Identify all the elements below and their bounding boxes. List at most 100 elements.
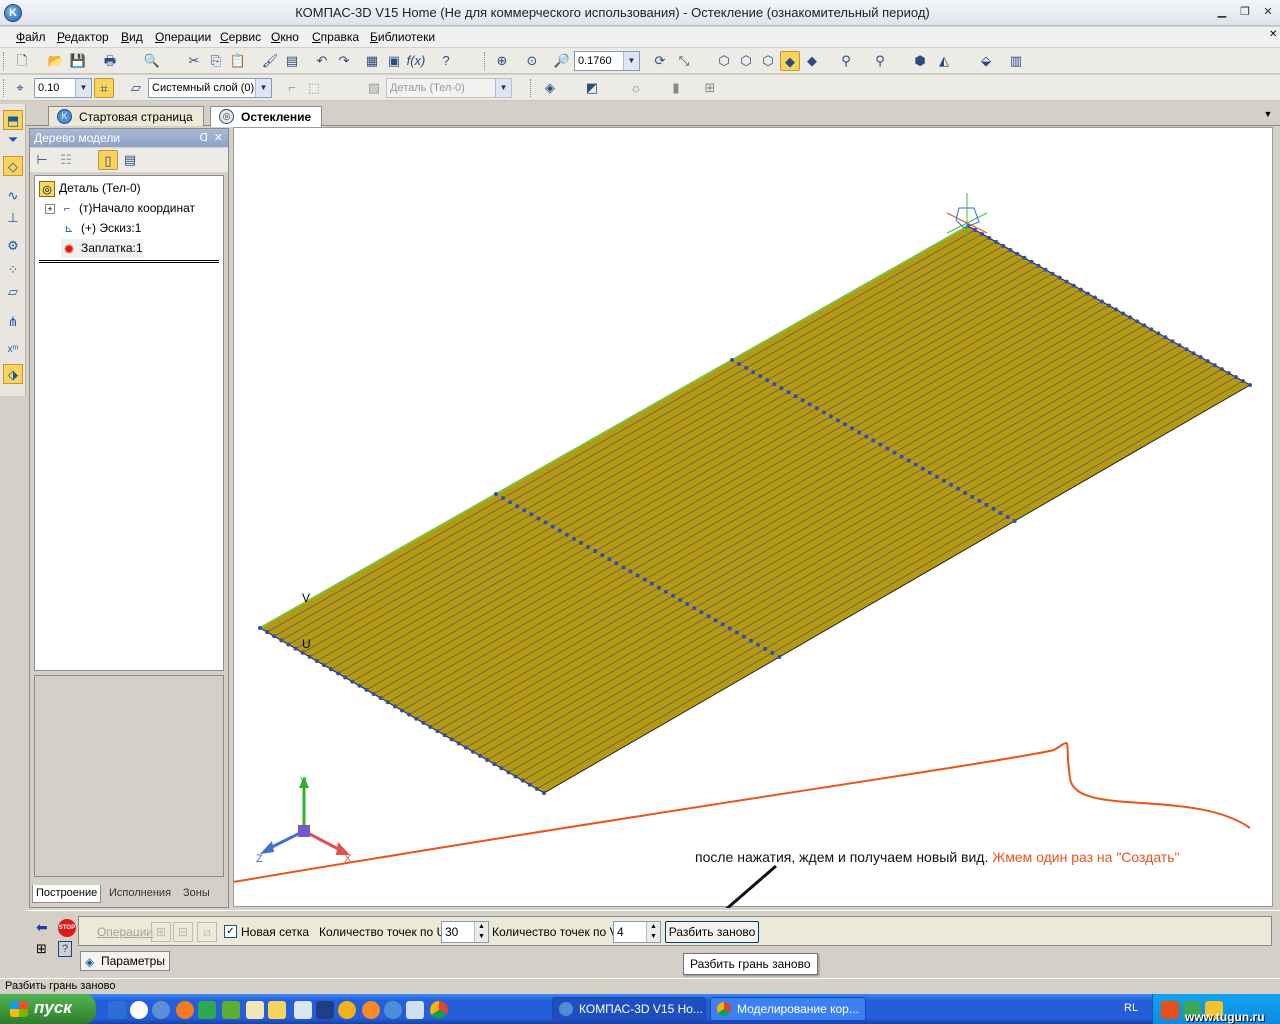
mesh-point[interactable] xyxy=(1057,275,1062,280)
mesh-point[interactable] xyxy=(885,446,890,451)
hidden-thin-icon[interactable]: ⬡ xyxy=(758,51,778,71)
redo-icon[interactable]: ↷ xyxy=(334,51,354,71)
media-player-icon[interactable] xyxy=(130,1001,148,1019)
mesh-point[interactable] xyxy=(449,737,454,742)
mesh-point[interactable] xyxy=(1149,327,1154,332)
mesh-point[interactable] xyxy=(994,239,999,244)
ksi-icon[interactable] xyxy=(152,1001,170,1019)
mesh-point[interactable] xyxy=(772,382,777,387)
folder-icon[interactable] xyxy=(268,1001,286,1019)
mesh-point[interactable] xyxy=(520,778,525,783)
mesh-point[interactable] xyxy=(307,654,312,659)
mesh-point[interactable] xyxy=(499,766,504,771)
mesh-point[interactable] xyxy=(664,589,668,594)
mesh-point[interactable] xyxy=(814,406,819,411)
mesh-point[interactable] xyxy=(734,630,739,635)
perspective-icon[interactable]: ⬢ xyxy=(910,51,930,71)
mesh-point[interactable] xyxy=(807,402,812,407)
edit-details-icon[interactable]: ⬒ xyxy=(3,110,23,130)
mesh-point[interactable] xyxy=(272,634,277,639)
mesh-point[interactable] xyxy=(1107,303,1111,308)
tree-node-part[interactable]: ◎ Деталь (Тел-0) xyxy=(39,179,141,198)
rebuild-button[interactable]: Разбить заново xyxy=(665,921,759,943)
step-combo[interactable]: 0.10 ▼ xyxy=(34,78,92,98)
puzzle-icon[interactable] xyxy=(222,1001,240,1019)
mesh-point[interactable] xyxy=(265,630,270,635)
menu-edit[interactable]: Редактор xyxy=(57,30,109,44)
u-count-input[interactable]: 30 ▲ ▼ xyxy=(441,921,489,943)
mesh-point[interactable] xyxy=(471,749,475,754)
mesh-point[interactable] xyxy=(758,374,763,379)
remove-point-icon[interactable]: ⊟ xyxy=(173,922,193,942)
local-cs-icon[interactable]: ⌐ xyxy=(282,78,302,98)
mesh-point[interactable] xyxy=(527,782,532,787)
back-arrow-icon[interactable]: ⬅ xyxy=(36,920,58,934)
mesh-point[interactable] xyxy=(286,642,291,647)
mesh-point[interactable] xyxy=(1064,279,1069,284)
mesh-point[interactable] xyxy=(836,418,840,423)
mesh-point[interactable] xyxy=(642,577,647,582)
mesh-point[interactable] xyxy=(515,504,520,509)
mesh-point[interactable] xyxy=(980,231,985,236)
tree-structure-icon[interactable]: ☷ xyxy=(56,150,76,170)
light-icon[interactable]: ☼ xyxy=(626,78,646,98)
app-library-icon[interactable]: ▥ xyxy=(1006,51,1026,71)
mesh-point[interactable] xyxy=(1099,299,1104,304)
mesh-point[interactable] xyxy=(336,671,341,676)
mesh-point[interactable] xyxy=(279,638,284,643)
mesh-point[interactable] xyxy=(586,544,591,549)
mesh-point[interactable] xyxy=(463,745,468,750)
mesh-point[interactable] xyxy=(878,442,883,447)
zoom-fit-icon[interactable]: ⊙ xyxy=(522,51,542,71)
mesh-point[interactable] xyxy=(501,496,506,501)
mesh-point[interactable] xyxy=(1163,335,1168,340)
chevron-down-icon[interactable]: ▼ xyxy=(495,79,511,97)
tree-node-origin[interactable]: + ⌐ (т)Начало координат xyxy=(45,199,195,218)
filter-icon[interactable]: ⚲ xyxy=(836,51,856,71)
mesh-point[interactable] xyxy=(1043,267,1048,272)
mesh-point[interactable] xyxy=(949,482,954,487)
format-brush-icon[interactable]: 🖌 xyxy=(260,51,280,71)
mesh-point[interactable] xyxy=(579,540,583,545)
mesh-point[interactable] xyxy=(456,741,461,746)
mesh-point[interactable] xyxy=(737,362,742,367)
mesh-point[interactable] xyxy=(1012,519,1017,523)
mesh-point[interactable] xyxy=(593,549,598,554)
mesh-point[interactable] xyxy=(478,753,483,758)
mesh-point[interactable] xyxy=(942,478,946,483)
kompas-icon[interactable] xyxy=(384,1001,402,1019)
mesh-point[interactable] xyxy=(899,454,904,459)
mesh-point[interactable] xyxy=(913,462,918,467)
mesh-point[interactable] xyxy=(1121,311,1126,316)
notepad-icon[interactable] xyxy=(246,1001,264,1019)
mesh-point[interactable] xyxy=(706,614,711,619)
mesh-point[interactable] xyxy=(513,774,518,779)
stepper-icon[interactable]: ▲ ▼ xyxy=(646,922,660,942)
mesh-point[interactable] xyxy=(293,646,298,651)
help-icon[interactable]: ? xyxy=(58,941,72,957)
tree-node-patch[interactable]: ✹ Заплатка:1 xyxy=(61,239,143,258)
hidden-lines-icon[interactable]: ⬡ xyxy=(736,51,756,71)
cut-icon[interactable]: ✂ xyxy=(184,51,204,71)
mesh-point[interactable] xyxy=(329,667,333,672)
clear-icon[interactable]: ⧄ xyxy=(197,922,217,942)
zoom-combo[interactable]: 0.1760 ▼ xyxy=(574,51,640,71)
mesh-point[interactable] xyxy=(607,557,612,562)
paste-icon[interactable]: 📋 xyxy=(228,51,248,71)
operations-label[interactable]: Операции xyxy=(97,925,153,939)
mesh-point[interactable] xyxy=(392,704,397,709)
mesh-point[interactable] xyxy=(828,414,833,419)
shaded-edges-icon[interactable]: ◆ xyxy=(802,51,822,71)
menu-view[interactable]: Вид xyxy=(121,30,143,44)
mesh-point[interactable] xyxy=(1226,371,1231,376)
mesh-point[interactable] xyxy=(300,650,305,655)
mesh-point[interactable] xyxy=(692,606,697,611)
ie-icon[interactable] xyxy=(108,1001,126,1019)
mesh-point[interactable] xyxy=(1005,514,1010,519)
toolbar-grip[interactable] xyxy=(484,52,487,70)
mesh-point[interactable] xyxy=(385,700,390,705)
toolbar-grip[interactable] xyxy=(530,79,533,97)
chevron-down-icon[interactable]: ▼ xyxy=(75,79,91,97)
mesh-point[interactable] xyxy=(1170,339,1175,344)
arrays-icon[interactable]: ⋔ xyxy=(3,312,23,332)
